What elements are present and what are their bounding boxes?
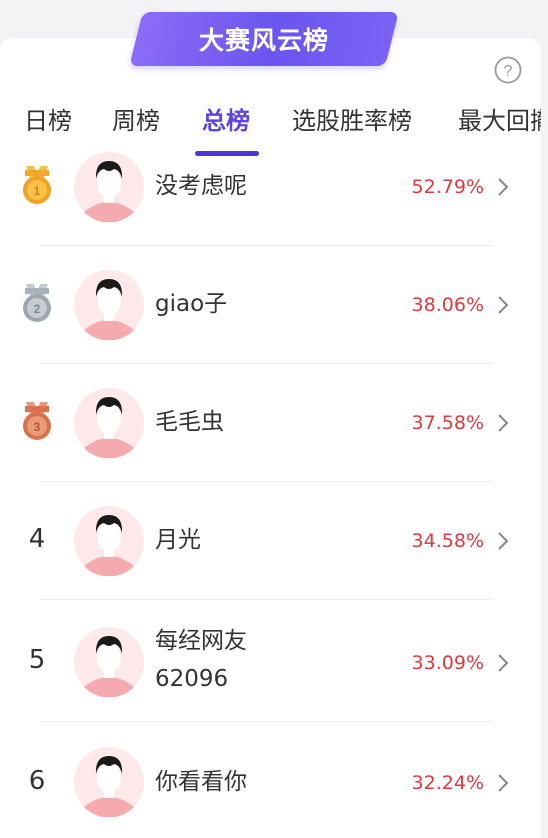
user-name: 毛毛虫 bbox=[155, 409, 224, 435]
svg-text:1: 1 bbox=[34, 184, 41, 198]
win-rate: 38.06% bbox=[411, 294, 484, 316]
user-name: giao子 bbox=[155, 291, 228, 317]
page-title: 大赛风云榜 bbox=[198, 26, 329, 55]
user-name: 每经网友 bbox=[155, 628, 247, 654]
list-item[interactable]: 4 月光 34.58% bbox=[0, 482, 548, 600]
list-item[interactable]: 6 你看看你 32.24% bbox=[0, 722, 548, 831]
chevron-right-icon[interactable] bbox=[495, 772, 511, 794]
avatar bbox=[74, 152, 144, 223]
leaderboard-banner: 大赛风云榜 bbox=[129, 12, 399, 66]
rank-number: 4 bbox=[28, 524, 46, 554]
win-rate: 52.79% bbox=[411, 176, 484, 198]
user-name-line2: 62096 bbox=[155, 666, 229, 692]
svg-text:3: 3 bbox=[34, 420, 41, 434]
gold-medal-icon: 1 bbox=[20, 166, 54, 206]
tab-total[interactable]: 总榜 bbox=[202, 100, 250, 142]
tab-max-drawdown[interactable]: 最大回撤 bbox=[458, 100, 541, 142]
tab-daily[interactable]: 日榜 bbox=[24, 100, 72, 142]
list-item[interactable]: 2 giao子 38.06% bbox=[0, 246, 548, 364]
user-name: 你看看你 bbox=[155, 769, 247, 795]
silver-medal-icon: 2 bbox=[20, 284, 54, 324]
win-rate: 32.24% bbox=[411, 772, 484, 794]
tab-bar: 日榜 周榜 总榜 选股胜率榜 最大回撤 bbox=[0, 100, 541, 160]
bronze-medal-icon: 3 bbox=[20, 402, 54, 442]
rank-number: 6 bbox=[28, 766, 46, 796]
ranking-list: 1 没考虑呢 52.79% 2 giao子 38.06% 3 毛毛虫 37.58… bbox=[0, 128, 548, 831]
user-name: 没考虑呢 bbox=[155, 173, 247, 199]
rank-number: 5 bbox=[28, 645, 46, 675]
tab-win-rate[interactable]: 选股胜率榜 bbox=[292, 100, 412, 142]
chevron-right-icon[interactable] bbox=[495, 412, 511, 434]
chevron-right-icon[interactable] bbox=[495, 652, 511, 674]
list-item[interactable]: 5 每经网友 62096 33.09% bbox=[0, 600, 548, 722]
win-rate: 37.58% bbox=[411, 412, 484, 434]
avatar bbox=[74, 506, 144, 577]
svg-text:?: ? bbox=[504, 63, 513, 80]
active-tab-indicator bbox=[195, 151, 259, 156]
help-icon[interactable]: ? bbox=[494, 56, 522, 84]
avatar bbox=[74, 747, 144, 818]
chevron-right-icon[interactable] bbox=[495, 294, 511, 316]
win-rate: 33.09% bbox=[411, 652, 484, 674]
svg-text:2: 2 bbox=[34, 302, 41, 316]
win-rate: 34.58% bbox=[411, 530, 484, 552]
chevron-right-icon[interactable] bbox=[495, 530, 511, 552]
chevron-right-icon[interactable] bbox=[495, 176, 511, 198]
avatar bbox=[74, 270, 144, 341]
list-item[interactable]: 3 毛毛虫 37.58% bbox=[0, 364, 548, 482]
user-name: 月光 bbox=[155, 527, 201, 553]
avatar bbox=[74, 388, 144, 459]
avatar bbox=[74, 627, 144, 698]
tab-weekly[interactable]: 周榜 bbox=[112, 100, 160, 142]
